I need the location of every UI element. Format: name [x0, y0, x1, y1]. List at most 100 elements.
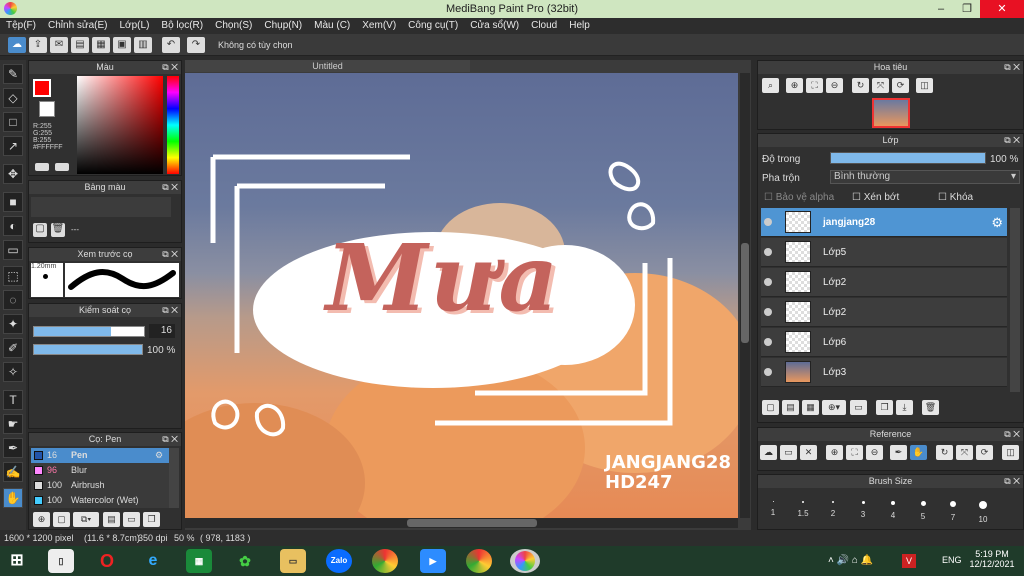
hand-tool-icon[interactable]: ✋ — [3, 488, 23, 508]
eyedropper-icon[interactable]: ✒ — [3, 438, 23, 458]
add-layer-menu-icon[interactable]: ⊕▾ — [822, 400, 846, 415]
panel-close-icon[interactable]: ⧉ ✕ — [162, 433, 178, 446]
open-folder-icon[interactable]: ▭ — [780, 445, 797, 460]
brush-item-pen[interactable]: 16 Pen ⚙ — [31, 448, 179, 463]
close-reference-icon[interactable]: ✕ — [800, 445, 817, 460]
menu-select[interactable]: Chọn(S) — [209, 18, 258, 31]
artwork[interactable]: Mưa JANGJANG28 HD247 — [185, 73, 738, 518]
upload-icon[interactable]: ☁ — [760, 445, 777, 460]
mirror-icon[interactable]: ◫ — [916, 78, 933, 93]
clipping-checkbox[interactable]: ☐ Xén bớt — [852, 192, 899, 203]
mirror-icon[interactable]: ◫ — [1002, 445, 1019, 460]
primary-color-swatch[interactable] — [33, 79, 51, 97]
layout-icon[interactable]: ▥ — [134, 37, 152, 53]
brush-size-cell[interactable]: 1.5 — [788, 491, 818, 529]
select-pen-icon[interactable]: ✐ — [3, 338, 23, 358]
lock-checkbox[interactable]: ☐ Khóa — [938, 192, 973, 203]
windows-start-icon[interactable]: ⊞ — [4, 549, 30, 573]
secondary-color-swatch[interactable] — [39, 101, 55, 117]
layer-row[interactable]: Lớp5 — [761, 238, 1007, 267]
gradient-tool-icon[interactable]: ▭ — [3, 240, 23, 260]
brush-folder-icon[interactable]: ▭ — [123, 512, 140, 527]
tray-icons[interactable]: ˄ 🔊 ⌂ 🔔 — [828, 555, 873, 566]
menu-window[interactable]: Cửa sổ(W) — [464, 18, 525, 31]
panel-close-icon[interactable]: ⧉ ✕ — [1004, 134, 1020, 147]
zoom-icon[interactable]: ⌕ — [762, 78, 779, 93]
flip-icon[interactable]: ⤧ — [872, 78, 889, 93]
rotate-reset-icon[interactable]: ⟳ — [976, 445, 993, 460]
zoom-in-icon[interactable]: ⊕ — [826, 445, 843, 460]
blend-mode-select[interactable]: Bình thường ▾ — [830, 170, 1020, 184]
canvas-area[interactable]: Untitled Mưa JANGJANG28 HD247 — [185, 60, 751, 530]
menu-layer[interactable]: Lớp(L) — [114, 18, 156, 31]
chrome-profile-icon[interactable] — [466, 549, 492, 573]
protect-alpha-checkbox[interactable]: ☐ Bảo vệ alpha — [764, 192, 834, 203]
brush-duplicate-icon[interactable]: ❐ — [143, 512, 160, 527]
color-mode-button[interactable] — [35, 163, 49, 171]
folder-icon[interactable]: ▭ — [850, 400, 867, 415]
zoom-app-icon[interactable]: ▶ — [420, 549, 446, 573]
fit-icon[interactable]: ⛶ — [846, 445, 863, 460]
canvas-tab[interactable]: Untitled — [185, 60, 470, 72]
menu-tools[interactable]: Công cụ(T) — [402, 18, 464, 31]
zoom-in-icon[interactable]: ⊕ — [786, 78, 803, 93]
chat-icon[interactable]: ▤ — [71, 37, 89, 53]
brush-item-blur[interactable]: 96 Blur — [31, 463, 179, 478]
brush-size-cell[interactable]: 7 — [938, 491, 968, 529]
palette-area[interactable] — [31, 197, 171, 217]
layer-opacity-slider[interactable] — [830, 152, 986, 164]
operation-tool-icon[interactable]: ☛ — [3, 414, 23, 434]
brush-size-slider[interactable] — [33, 326, 145, 337]
brush-item-airbrush[interactable]: 100 Airbrush — [31, 478, 179, 493]
clock[interactable]: 5:19 PM 12/12/2021 — [968, 549, 1016, 569]
brush-doc-icon[interactable]: ▤ — [103, 512, 120, 527]
panel-close-icon[interactable]: ⧉ ✕ — [162, 181, 178, 194]
color-wheel-button[interactable] — [55, 163, 69, 171]
rectangle-tool-icon[interactable]: □ — [3, 112, 23, 132]
panel-close-icon[interactable]: ⧉ ✕ — [162, 304, 178, 317]
menu-help[interactable]: Help — [563, 18, 596, 31]
layer-row[interactable]: Lớp2 — [761, 298, 1007, 327]
layer-row[interactable]: Lớp6 — [761, 328, 1007, 357]
select-eraser-icon[interactable]: ✧ — [3, 362, 23, 382]
color-picker-square[interactable] — [77, 76, 163, 174]
rotate-reset-icon[interactable]: ⟳ — [892, 78, 909, 93]
close-button[interactable]: ✕ — [980, 0, 1024, 18]
delete-layer-icon[interactable]: 🗑 — [922, 400, 939, 415]
app-icon[interactable]: ✿ — [232, 549, 258, 573]
magic-wand-icon[interactable]: ✦ — [3, 314, 23, 334]
menu-filter[interactable]: Bộ lọc(R) — [155, 18, 209, 31]
merge-layer-icon[interactable]: ⤓ — [896, 400, 913, 415]
brush-list-scrollbar[interactable] — [169, 448, 179, 508]
layer-list-scrollbar[interactable] — [1010, 208, 1020, 392]
zalo-icon[interactable]: Zalo — [326, 549, 352, 573]
comment-icon[interactable]: ✉ — [50, 37, 68, 53]
minimize-button[interactable]: – — [928, 0, 954, 18]
brush-size-cell[interactable]: 1 — [758, 491, 788, 529]
rotate-icon[interactable]: ↻ — [852, 78, 869, 93]
panel-close-icon[interactable]: ⧉ ✕ — [1004, 61, 1020, 74]
brush-size-value[interactable]: 16 — [149, 324, 175, 338]
redo-icon[interactable]: ↷ — [187, 37, 205, 53]
brush-item-watercolor[interactable]: 100 Watercolor (Wet) — [31, 493, 179, 508]
navigator-thumbnail[interactable] — [872, 98, 910, 128]
menu-color[interactable]: Màu (C) — [308, 18, 356, 31]
add-brush-icon[interactable]: ⊕ — [33, 512, 50, 527]
medibang-taskbar-icon[interactable] — [510, 549, 540, 573]
layer-row[interactable]: jangjang28 ⚙ — [761, 208, 1007, 237]
fill-rect-icon[interactable]: ■ — [3, 192, 23, 212]
brush-size-cell[interactable]: 3 — [848, 491, 878, 529]
eyedropper-icon[interactable]: ✒ — [890, 445, 907, 460]
layer-row[interactable]: Lớp2 — [761, 268, 1007, 297]
delete-palette-icon[interactable]: 🗑 — [51, 223, 65, 237]
cloud-icon[interactable]: ☁ — [8, 37, 26, 53]
menu-file[interactable]: Tệp(F) — [0, 18, 42, 31]
zoom-out-icon[interactable]: ⊖ — [866, 445, 883, 460]
duplicate-layer-icon[interactable]: ❐ — [876, 400, 893, 415]
new-palette-icon[interactable]: ▢ — [33, 223, 47, 237]
file-icon[interactable]: ▯ — [48, 549, 74, 573]
select-rect-icon[interactable]: ⬚ — [3, 266, 23, 286]
new-layer-icon[interactable]: ▢ — [762, 400, 779, 415]
brush-size-cell[interactable]: 2 — [818, 491, 848, 529]
canvas-vertical-scrollbar[interactable] — [740, 73, 750, 518]
